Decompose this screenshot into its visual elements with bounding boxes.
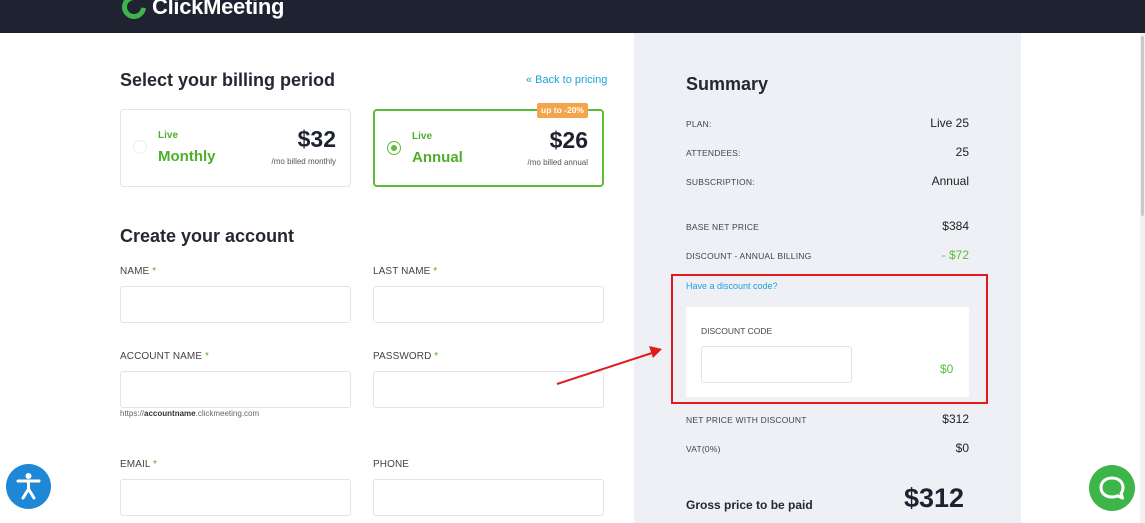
summary-row-net-price: NET PRICE WITH DISCOUNT $312 [686,412,969,426]
summary-key: VAT(0%) [686,444,721,454]
accessibility-button[interactable] [6,464,51,509]
gross-price-value: $312 [904,483,965,513]
summary-key: NET PRICE WITH DISCOUNT [686,415,807,425]
annotation-arrow [556,346,662,385]
gross-price-label: Gross price to be paid [686,498,813,512]
accessibility-icon [16,473,41,500]
summary-value: $0 [955,441,969,455]
chat-button[interactable] [1089,465,1135,511]
chat-bubble-icon [1099,476,1125,500]
summary-value: $312 [942,412,969,426]
summary-row-vat: VAT(0%) $0 [686,441,969,455]
